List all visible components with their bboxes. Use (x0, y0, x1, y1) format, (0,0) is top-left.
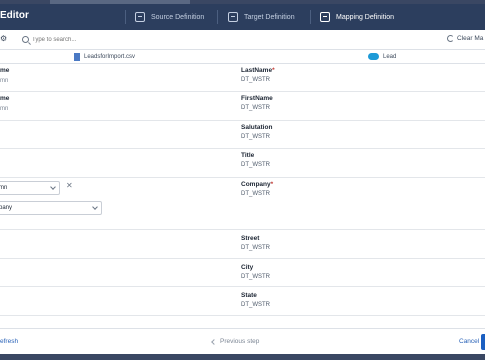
target-field: Street DT_WSTR (241, 235, 270, 251)
previous-step-button[interactable]: Previous step (211, 338, 260, 345)
editor-header: Editor Source Definition Target Definiti… (0, 4, 485, 30)
select-value: mn (0, 185, 8, 191)
target-field-type: DT_WSTR (241, 134, 270, 140)
mapping-row: State DT_WSTR (0, 287, 485, 316)
chevron-down-icon (50, 184, 56, 190)
target-icon (228, 12, 238, 22)
target-field-name: FirstName (241, 95, 273, 102)
target-field-label: LastName (241, 67, 273, 74)
target-field: FirstName DT_WSTR (241, 95, 273, 111)
target-field: Company* DT_WSTR (241, 181, 273, 197)
cancel-button[interactable]: Cancel (459, 338, 479, 345)
source-icon (135, 12, 145, 22)
chevron-down-icon (92, 204, 98, 210)
mapping-dialog: ⚙ Clear Ma LeadsforImport.csv Lead me (0, 30, 485, 356)
target-field-name: State (241, 292, 257, 299)
mapping-row: me mn FirstName DT_WSTR (0, 92, 485, 121)
page: Editor Source Definition Target Definiti… (0, 0, 485, 360)
target-field-type: DT_WSTR (241, 245, 270, 251)
target-field-type: DT_WSTR (241, 274, 270, 280)
target-object: Lead (368, 53, 396, 60)
previous-step-label: Previous step (220, 338, 260, 345)
clear-mapping-button[interactable]: Clear Ma (447, 35, 483, 42)
refresh-button[interactable]: efresh (0, 338, 18, 345)
step-separator (217, 10, 218, 24)
source-column-sub: mn (0, 78, 9, 84)
mapping-row: mn ✕ pany Company* DT_WSTR (0, 178, 485, 230)
mapping-row: Title DT_WSTR (0, 149, 485, 178)
target-field-name: Title (241, 152, 255, 159)
dialog-footer: efresh Previous step Cancel (0, 328, 485, 354)
step-separator (125, 10, 126, 24)
source-column-select[interactable]: mn (0, 181, 60, 195)
search-icon (22, 36, 29, 43)
required-marker: * (270, 181, 274, 188)
target-field: Salutation DT_WSTR (241, 124, 272, 140)
target-field-name: City (241, 264, 254, 271)
source-column: me mn (0, 67, 9, 84)
target-field-type: DT_WSTR (241, 191, 270, 197)
step-target-definition[interactable]: Target Definition (228, 10, 295, 24)
mapping-row: Street DT_WSTR (0, 230, 485, 259)
target-field-type: DT_WSTR (241, 162, 270, 168)
required-marker: * (272, 67, 275, 74)
target-field-label: Company (241, 181, 271, 188)
editor-title: Editor (0, 10, 29, 21)
target-object-name: Lead (383, 53, 397, 60)
transform-select[interactable]: pany (0, 201, 102, 215)
step-source-definition[interactable]: Source Definition (135, 10, 204, 24)
next-button[interactable] (481, 334, 485, 350)
mapping-row: me mn LastName* DT_WSTR (0, 64, 485, 92)
clear-mapping-label: Clear Ma (457, 35, 484, 42)
source-column-name: me (0, 67, 10, 74)
step-label: Source Definition (151, 13, 205, 21)
backdrop-bottom (0, 354, 485, 360)
salesforce-cloud-icon (368, 53, 379, 60)
target-field-type: DT_WSTR (241, 77, 270, 83)
source-file: LeadsforImport.csv (74, 53, 135, 61)
step-label: Target Definition (244, 13, 295, 21)
chevron-left-icon (211, 338, 217, 345)
target-field: City DT_WSTR (241, 264, 270, 280)
target-field: State DT_WSTR (241, 292, 270, 308)
step-label: Mapping Definition (336, 13, 394, 21)
mapping-row: City DT_WSTR (0, 259, 485, 287)
step-mapping-definition[interactable]: Mapping Definition (320, 10, 394, 24)
source-column-name: me (0, 95, 10, 102)
target-field-name: LastName* (241, 67, 275, 74)
source-column-sub: mn (0, 106, 9, 112)
file-icon (74, 53, 80, 61)
settings-icon[interactable]: ⚙ (0, 34, 12, 44)
mapping-icon (320, 12, 330, 22)
source-target-header: LeadsforImport.csv Lead (0, 50, 485, 64)
toolbar: ⚙ Clear Ma (0, 30, 485, 50)
reset-icon (447, 35, 454, 42)
target-field-type: DT_WSTR (241, 302, 270, 308)
target-field-name: Street (241, 235, 260, 242)
select-value: pany (0, 205, 13, 211)
target-field-name: Company* (241, 181, 273, 188)
search-input[interactable] (32, 35, 182, 45)
target-field: Title DT_WSTR (241, 152, 270, 168)
mapping-row: Salutation DT_WSTR (0, 121, 485, 149)
source-column: me mn (0, 95, 9, 112)
target-field: LastName* DT_WSTR (241, 67, 275, 83)
target-field-name: Salutation (241, 124, 273, 131)
remove-mapping-icon[interactable]: ✕ (66, 182, 73, 190)
step-separator (310, 10, 311, 24)
source-file-name: LeadsforImport.csv (84, 54, 136, 60)
target-field-type: DT_WSTR (241, 105, 270, 111)
